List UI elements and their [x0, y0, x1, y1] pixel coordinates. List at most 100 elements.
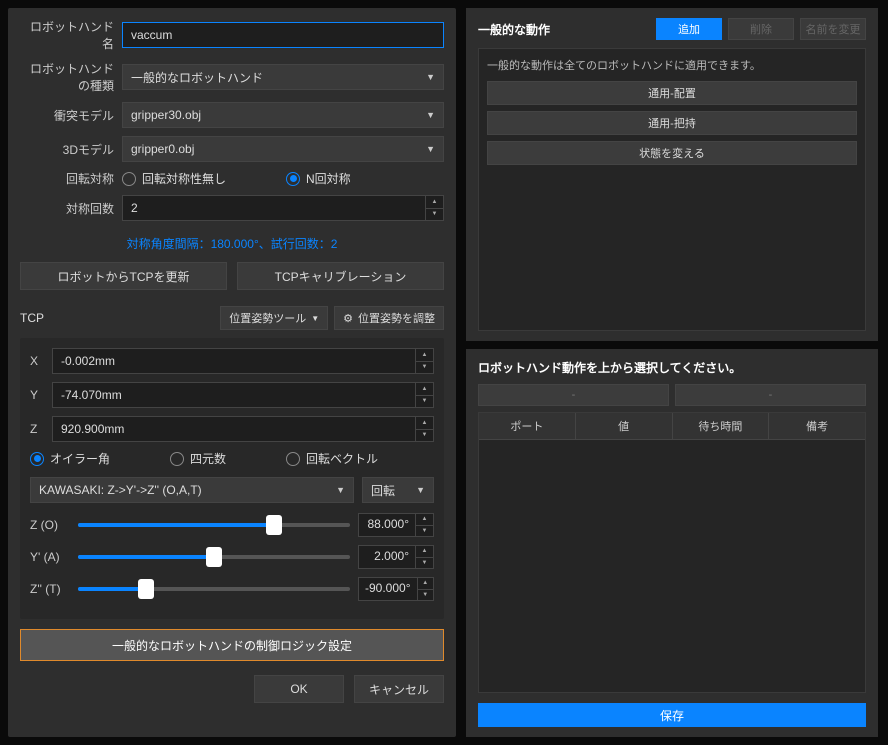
- select-action-hint: ロボットハンド動作を上から選択してください。: [478, 359, 866, 376]
- update-tcp-button[interactable]: ロボットからTCPを更新: [20, 262, 227, 290]
- name-label: ロボットハンド名: [20, 18, 122, 52]
- add-button[interactable]: 追加: [656, 18, 722, 40]
- control-logic-button[interactable]: 一般的なロボットハンドの制御ロジック設定: [20, 629, 444, 661]
- model3d-select[interactable]: gripper0.obj ▼: [122, 136, 444, 162]
- s1-value: 88.000°: [359, 514, 415, 536]
- action-item-place[interactable]: 通用-配置: [487, 81, 857, 105]
- spinner-up-icon[interactable]: ▲: [418, 578, 434, 590]
- symmetry-info: 対称角度間隔：180.000°、試行回数：2: [20, 235, 444, 252]
- pose-tool-text: 位置姿勢ツール: [229, 310, 306, 326]
- s3-value: -90.000°: [359, 578, 417, 600]
- tcp-title: TCP: [20, 311, 44, 325]
- spinner-up-icon[interactable]: ▲: [416, 383, 433, 396]
- th-note: 備考: [769, 413, 865, 439]
- spinner-down-icon[interactable]: ▼: [416, 362, 433, 374]
- left-panel: ロボットハンド名 ロボットハンドの種類 一般的なロボットハンド ▼ 衝突モデル …: [8, 8, 456, 737]
- chevron-down-icon: ▼: [336, 485, 345, 495]
- rot-mode-select[interactable]: 回転 ▼: [362, 477, 434, 503]
- kind-value: 一般的なロボットハンド: [131, 69, 263, 86]
- count-label: 対称回数: [20, 200, 122, 217]
- x-spinner[interactable]: -0.002mm ▲▼: [52, 348, 434, 374]
- spinner-up-icon[interactable]: ▲: [416, 546, 433, 558]
- adjust-pose-text: 位置姿勢を調整: [358, 310, 435, 326]
- slider-thumb[interactable]: [138, 579, 154, 599]
- th-wait: 待ち時間: [673, 413, 770, 439]
- rename-button[interactable]: 名前を変更: [800, 18, 866, 40]
- rot-quat-radio[interactable]: 四元数: [170, 450, 226, 467]
- radio-icon: [122, 172, 136, 186]
- dash-button-1[interactable]: -: [478, 384, 669, 406]
- y-label: Y: [30, 388, 44, 402]
- rot-order-select[interactable]: KAWASAKI: Z->Y'->Z'' (O,A,T) ▼: [30, 477, 354, 503]
- save-button[interactable]: 保存: [478, 703, 866, 727]
- rot-quat-text: 四元数: [190, 450, 226, 467]
- radio-icon: [170, 452, 184, 466]
- s2-spinner[interactable]: 2.000° ▲▼: [358, 545, 434, 569]
- radio-icon: [30, 452, 44, 466]
- spinner-down-icon[interactable]: ▼: [416, 558, 433, 569]
- action-item-change-state[interactable]: 状態を変える: [487, 141, 857, 165]
- rot-euler-text: オイラー角: [50, 450, 110, 467]
- collision-label: 衝突モデル: [20, 107, 122, 124]
- z-spinner[interactable]: 920.900mm ▲▼: [52, 416, 434, 442]
- count-value: 2: [123, 196, 425, 220]
- slider-thumb[interactable]: [206, 547, 222, 567]
- rotsym-n-radio[interactable]: N回対称: [286, 170, 351, 187]
- s1-spinner[interactable]: 88.000° ▲▼: [358, 513, 434, 537]
- chevron-down-icon: ▼: [426, 72, 435, 82]
- rotsym-none-text: 回転対称性無し: [142, 170, 226, 187]
- s3-slider[interactable]: [78, 587, 350, 591]
- spinner-up-icon[interactable]: ▲: [416, 417, 433, 430]
- rotsym-none-radio[interactable]: 回転対称性無し: [122, 170, 226, 187]
- count-spinner[interactable]: 2 ▲ ▼: [122, 195, 444, 221]
- model3d-value: gripper0.obj: [131, 142, 194, 156]
- spinner-down-icon[interactable]: ▼: [416, 430, 433, 442]
- z-label: Z: [30, 422, 44, 436]
- spinner-up-icon[interactable]: ▲: [416, 514, 433, 526]
- s3-label: Z'' (T): [30, 582, 70, 596]
- s1-slider[interactable]: [78, 523, 350, 527]
- collision-select[interactable]: gripper30.obj ▼: [122, 102, 444, 128]
- chevron-down-icon: ▼: [426, 144, 435, 154]
- s2-label: Y' (A): [30, 550, 70, 564]
- slider-thumb[interactable]: [266, 515, 282, 535]
- s1-label: Z (O): [30, 518, 70, 532]
- s3-spinner[interactable]: -90.000° ▲▼: [358, 577, 434, 601]
- name-input[interactable]: [122, 22, 444, 48]
- z-value: 920.900mm: [53, 417, 415, 441]
- s2-slider[interactable]: [78, 555, 350, 559]
- rot-euler-radio[interactable]: オイラー角: [30, 450, 110, 467]
- model3d-label: 3Dモデル: [20, 141, 122, 158]
- params-table: ポート 値 待ち時間 備考: [478, 412, 866, 693]
- rot-mode-text: 回転: [371, 482, 395, 499]
- spinner-up-icon[interactable]: ▲: [426, 196, 443, 209]
- spinner-down-icon[interactable]: ▼: [418, 590, 434, 601]
- action-item-pick[interactable]: 通用-把持: [487, 111, 857, 135]
- delete-button[interactable]: 削除: [728, 18, 794, 40]
- kind-select[interactable]: 一般的なロボットハンド ▼: [122, 64, 444, 90]
- dash-button-2[interactable]: -: [675, 384, 866, 406]
- tcp-calibration-button[interactable]: TCPキャリブレーション: [237, 262, 444, 290]
- th-port: ポート: [479, 413, 576, 439]
- rot-vec-text: 回転ベクトル: [306, 450, 378, 467]
- th-value: 値: [576, 413, 673, 439]
- right-panel: 一般的な動作 追加 削除 名前を変更 一般的な動作は全てのロボットハンドに適用で…: [466, 8, 878, 737]
- right-bottom-panel: ロボットハンド動作を上から選択してください。 - - ポート 値 待ち時間 備考…: [466, 349, 878, 737]
- chevron-down-icon: ▼: [416, 485, 425, 495]
- rot-vec-radio[interactable]: 回転ベクトル: [286, 450, 378, 467]
- spinner-down-icon[interactable]: ▼: [416, 526, 433, 537]
- pose-tool-select[interactable]: 位置姿勢ツール ▼: [220, 306, 328, 330]
- gear-icon: ⚙: [343, 312, 353, 325]
- y-spinner[interactable]: -74.070mm ▲▼: [52, 382, 434, 408]
- spinner-down-icon[interactable]: ▼: [426, 209, 443, 221]
- adjust-pose-button[interactable]: ⚙ 位置姿勢を調整: [334, 306, 444, 330]
- spinner-up-icon[interactable]: ▲: [416, 349, 433, 362]
- x-value: -0.002mm: [53, 349, 415, 373]
- ok-button[interactable]: OK: [254, 675, 344, 703]
- action-hint: 一般的な動作は全てのロボットハンドに適用できます。: [487, 57, 857, 73]
- kind-label: ロボットハンドの種類: [20, 60, 122, 94]
- spinner-down-icon[interactable]: ▼: [416, 396, 433, 408]
- cancel-button[interactable]: キャンセル: [354, 675, 444, 703]
- table-header: ポート 値 待ち時間 備考: [479, 413, 865, 440]
- x-label: X: [30, 354, 44, 368]
